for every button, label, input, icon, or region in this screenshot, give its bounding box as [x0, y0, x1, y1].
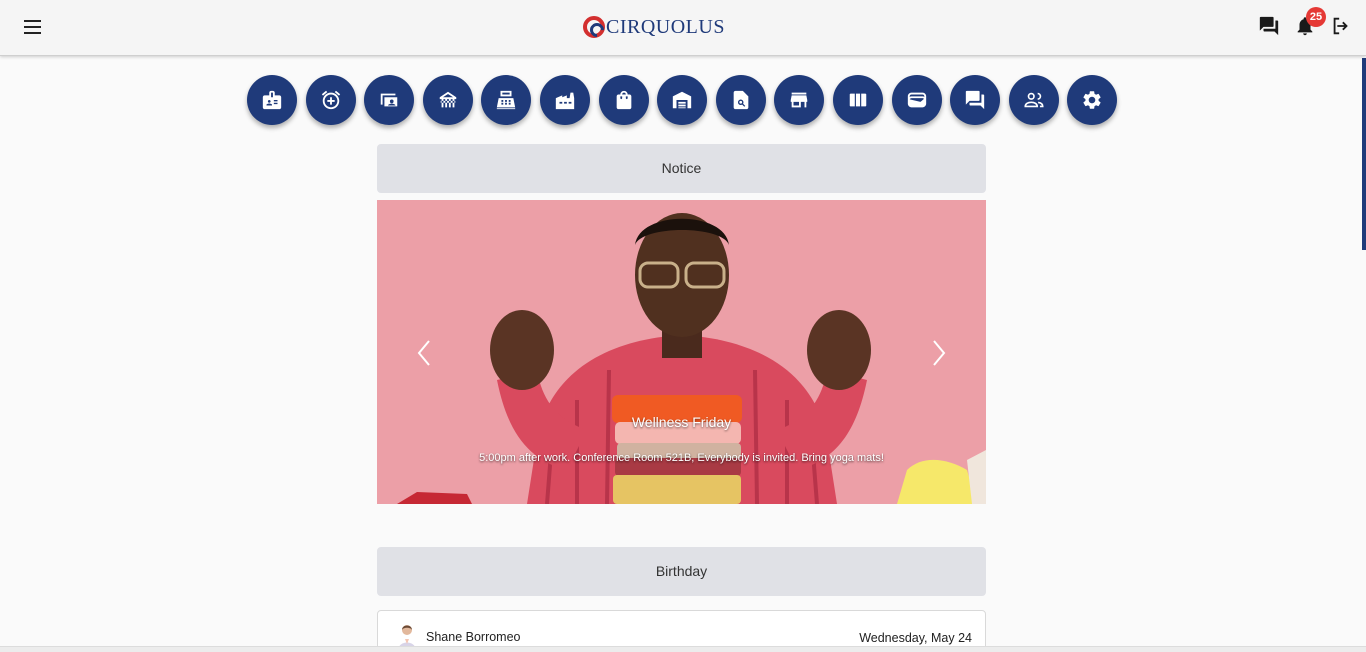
horizontal-scrollbar-track[interactable] — [0, 646, 1366, 652]
contact-card-icon[interactable] — [364, 75, 415, 125]
top-app-bar: CIRQUOLUS 25 — [0, 0, 1366, 56]
shopping-bag-icon[interactable] — [598, 75, 649, 125]
hamburger-icon[interactable] — [20, 14, 46, 40]
notice-slide-text: 5:00pm after work. Conference Room 521B,… — [479, 452, 884, 464]
chat-icon[interactable] — [1258, 15, 1280, 37]
warehouse-icon[interactable] — [657, 75, 708, 125]
birthday-date: Wednesday, May 24 — [859, 631, 972, 645]
factory-icon[interactable] — [539, 75, 590, 125]
id-card-icon[interactable] — [247, 75, 297, 125]
chevron-left-icon[interactable] — [415, 338, 435, 368]
settings-gear-icon[interactable] — [1067, 75, 1118, 125]
birthday-section-header: Birthday — [377, 547, 986, 596]
wallet-icon[interactable] — [891, 75, 942, 125]
birthday-person-name: Shane Borromeo — [426, 630, 521, 644]
notice-section-header: Notice — [377, 144, 986, 193]
alarm-add-icon[interactable] — [305, 75, 356, 125]
storefront-icon[interactable] — [774, 75, 825, 125]
cash-register-icon[interactable] — [481, 75, 532, 125]
forum-icon[interactable] — [950, 75, 1001, 125]
columns-icon[interactable] — [832, 75, 883, 125]
brand-logo[interactable]: CIRQUOLUS — [583, 14, 725, 40]
brand-name: CIRQUOLUS — [606, 15, 725, 38]
document-search-icon[interactable] — [715, 75, 766, 125]
notice-slide-title: Wellness Friday — [631, 414, 732, 430]
gate-icon[interactable] — [422, 75, 473, 125]
logout-icon[interactable] — [1330, 15, 1352, 37]
logo-mark-icon — [583, 16, 605, 38]
notification-count-badge: 25 — [1306, 7, 1326, 27]
vertical-scrollbar-thumb[interactable] — [1362, 58, 1366, 250]
people-icon[interactable] — [1008, 75, 1059, 125]
module-shortcut-bar — [247, 75, 1126, 125]
chevron-right-icon[interactable] — [928, 338, 948, 368]
notice-carousel[interactable]: Wellness Friday 5:00pm after work. Confe… — [377, 200, 986, 504]
